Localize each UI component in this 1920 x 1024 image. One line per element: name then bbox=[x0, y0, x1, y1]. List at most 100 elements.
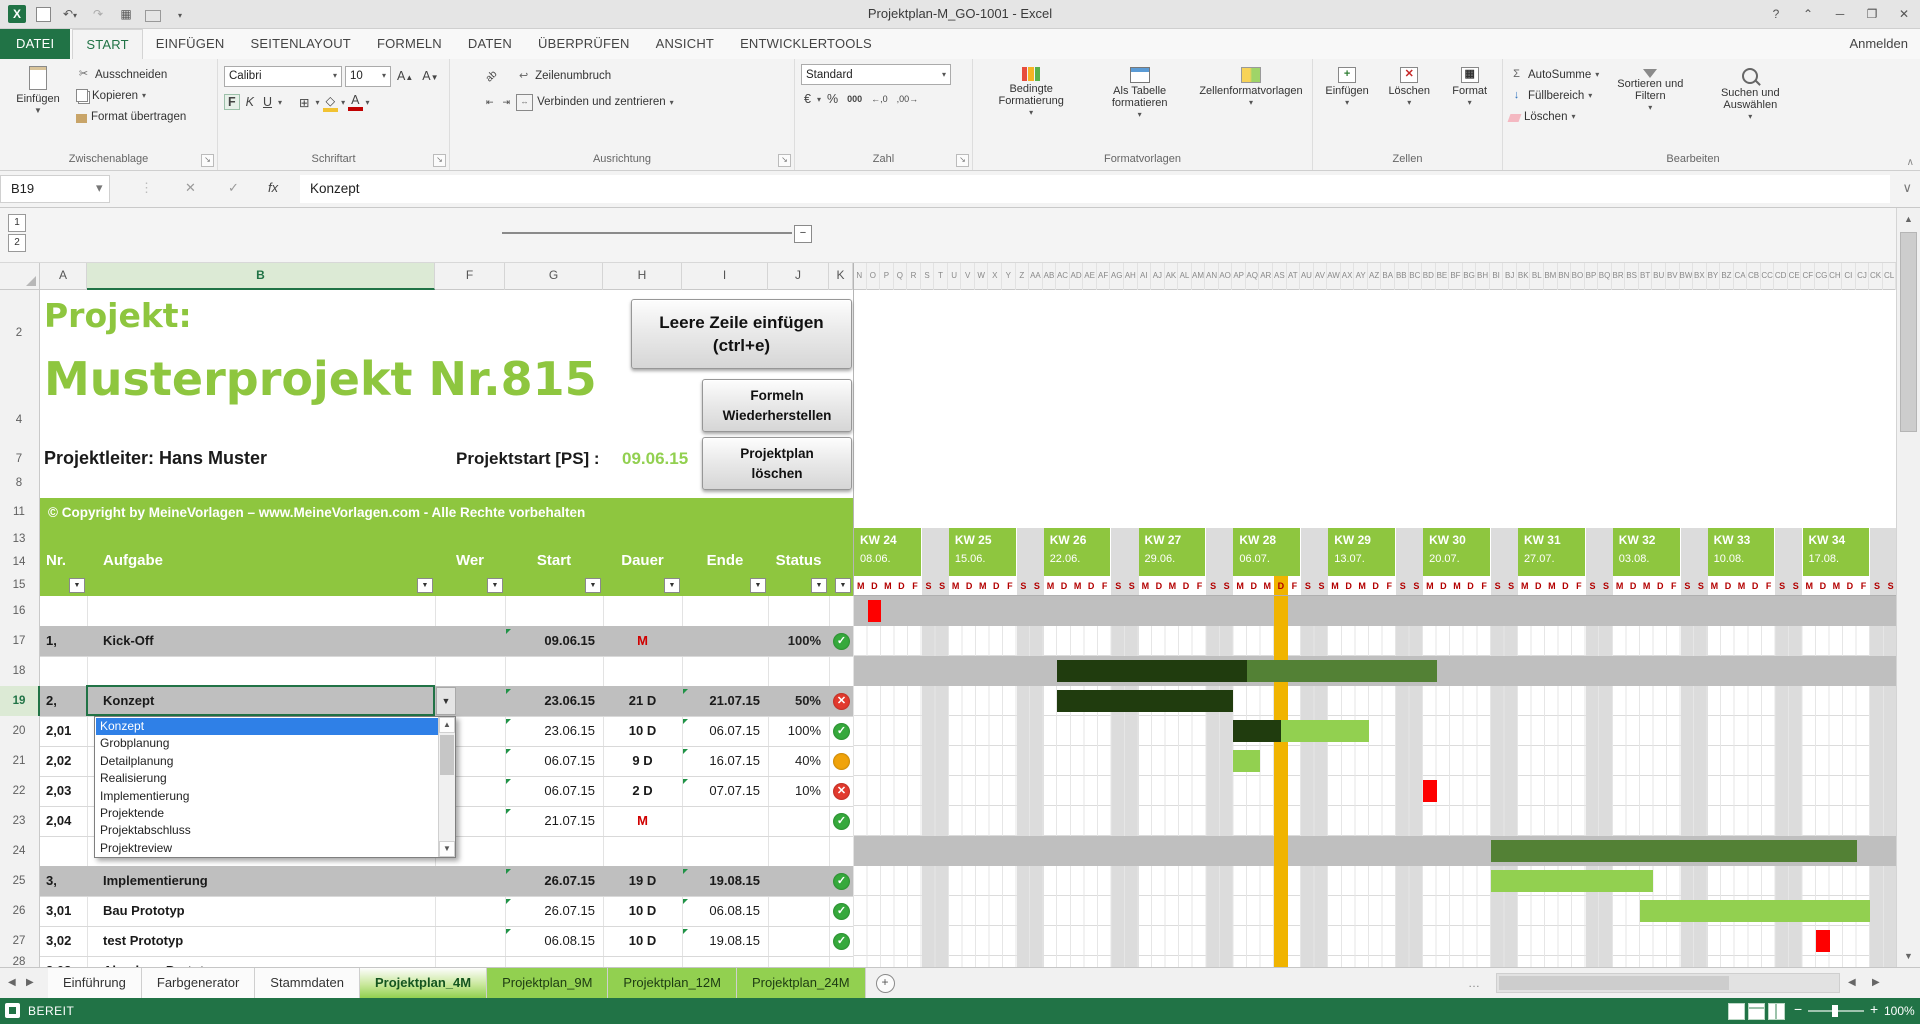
page-layout-view-icon[interactable] bbox=[1748, 1003, 1765, 1020]
cell-dauer-25[interactable]: 19 D bbox=[603, 866, 682, 896]
column-header-gantt[interactable]: AQ bbox=[1246, 263, 1260, 290]
cell-nr-17[interactable]: 1, bbox=[46, 626, 87, 656]
filter-button-G[interactable]: ▼ bbox=[585, 578, 601, 593]
sheet-tab-Farbgenerator[interactable]: Farbgenerator bbox=[142, 968, 255, 998]
column-header-B[interactable]: B bbox=[87, 263, 435, 290]
cell-status-17[interactable]: 100% bbox=[768, 626, 821, 656]
column-header-gantt[interactable]: AH bbox=[1124, 263, 1138, 290]
ribbon-tab-ansicht[interactable]: ANSICHT bbox=[643, 29, 727, 59]
column-header-gantt[interactable]: V bbox=[961, 263, 975, 290]
font-size-combo[interactable]: 10▾ bbox=[345, 66, 391, 87]
ribbon-tab-daten[interactable]: DATEN bbox=[455, 29, 525, 59]
grow-font-icon[interactable]: A▲ bbox=[394, 69, 416, 83]
column-header-gantt[interactable]: CE bbox=[1788, 263, 1802, 290]
dropdown-scrollbar[interactable]: ▲▼ bbox=[438, 717, 455, 857]
column-header-gantt[interactable]: BJ bbox=[1503, 263, 1517, 290]
column-header-gantt[interactable]: AC bbox=[1056, 263, 1070, 290]
column-header-gantt[interactable]: BH bbox=[1476, 263, 1490, 290]
column-header-gantt[interactable]: AN bbox=[1205, 263, 1219, 290]
ribbon-tab-start[interactable]: START bbox=[72, 29, 142, 59]
wrap-text-button[interactable]: ↩Zeilenumbruch bbox=[516, 66, 611, 87]
action-button-2[interactable]: Projektplanlöschen bbox=[702, 437, 852, 490]
formula-input[interactable]: Konzept bbox=[300, 175, 1890, 203]
dropdown-scroll-thumb[interactable] bbox=[440, 735, 454, 775]
row-header-14[interactable]: 14 bbox=[0, 553, 38, 571]
cell-task-27[interactable]: test Prototyp bbox=[103, 926, 403, 956]
row-header-23[interactable]: 23 bbox=[0, 812, 38, 830]
autosum-button[interactable]: ΣAutoSumme ▾ bbox=[1509, 64, 1599, 85]
cell-nr-27[interactable]: 3,02 bbox=[46, 926, 87, 956]
enter-formula-icon[interactable]: ✓ bbox=[228, 180, 239, 196]
column-header-gantt[interactable]: AD bbox=[1070, 263, 1084, 290]
cut-button[interactable]: ✂Ausschneiden bbox=[76, 64, 186, 85]
cell-start-19[interactable]: 23.06.15 bbox=[505, 686, 595, 716]
row-header-2[interactable]: 2 bbox=[0, 324, 38, 342]
dropdown-item[interactable]: Implementierung bbox=[96, 788, 438, 805]
row-header-7[interactable]: 7 bbox=[0, 450, 38, 468]
restore-button[interactable]: ❐ bbox=[1856, 0, 1888, 29]
column-header-A[interactable]: A bbox=[40, 263, 87, 290]
column-header-gantt[interactable]: BB bbox=[1395, 263, 1409, 290]
shrink-font-icon[interactable]: A▼ bbox=[419, 69, 441, 83]
column-header-gantt[interactable]: R bbox=[907, 263, 921, 290]
column-header-gantt[interactable]: AO bbox=[1219, 263, 1233, 290]
cell-start-26[interactable]: 26.07.15 bbox=[505, 896, 595, 926]
column-group-collapse-button[interactable]: − bbox=[794, 225, 812, 243]
cell-dauer-22[interactable]: 2 D bbox=[603, 776, 682, 806]
number-format-combo[interactable]: Standard▾ bbox=[801, 64, 951, 85]
column-header-gantt[interactable]: BK bbox=[1517, 263, 1531, 290]
sheet-tab-Stammdaten[interactable]: Stammdaten bbox=[255, 968, 360, 998]
horizontal-scrollbar-thumb[interactable] bbox=[1499, 976, 1729, 990]
conditional-formatting-button[interactable]: Bedingte Formatierung▾ bbox=[979, 64, 1083, 151]
column-header-gantt[interactable]: AV bbox=[1314, 263, 1328, 290]
increase-decimal-icon[interactable]: ←,0 bbox=[868, 94, 891, 104]
format-cells-button[interactable]: ▦ Format▾ bbox=[1443, 64, 1496, 151]
column-header-gantt[interactable]: AS bbox=[1273, 263, 1287, 290]
select-all-corner[interactable] bbox=[0, 263, 40, 290]
column-header-gantt[interactable]: W bbox=[975, 263, 989, 290]
dropdown-scroll-down-icon[interactable]: ▼ bbox=[439, 841, 455, 857]
column-header-gantt[interactable]: BR bbox=[1612, 263, 1626, 290]
merge-center-button[interactable]: ↔Verbinden und zentrieren ▾ bbox=[516, 92, 674, 113]
column-header-gantt[interactable]: AU bbox=[1300, 263, 1314, 290]
cell-dauer-26[interactable]: 10 D bbox=[603, 896, 682, 926]
vscroll-up-icon[interactable]: ▲ bbox=[1897, 210, 1920, 228]
clear-button[interactable]: Löschen ▾ bbox=[1509, 106, 1599, 127]
dropdown-scroll-up-icon[interactable]: ▲ bbox=[439, 717, 455, 733]
font-color-icon[interactable]: A bbox=[348, 93, 362, 111]
accounting-format-icon[interactable]: € bbox=[801, 92, 814, 106]
column-header-gantt[interactable]: BU bbox=[1652, 263, 1666, 290]
cell-nr-22[interactable]: 2,03 bbox=[46, 776, 87, 806]
close-button[interactable]: ✕ bbox=[1888, 0, 1920, 29]
row-header-8[interactable]: 8 bbox=[0, 474, 38, 492]
cell-status-20[interactable]: 100% bbox=[768, 716, 821, 746]
column-header-F[interactable]: F bbox=[435, 263, 505, 290]
ribbon-tab-einfügen[interactable]: EINFÜGEN bbox=[143, 29, 238, 59]
column-header-gantt[interactable]: O bbox=[867, 263, 881, 290]
dropdown-item[interactable]: Detailplanung bbox=[96, 753, 438, 770]
filter-button-A[interactable]: ▼ bbox=[69, 578, 85, 593]
row-header-18[interactable]: 18 bbox=[0, 662, 38, 680]
orientation-icon[interactable]: ab bbox=[482, 66, 502, 86]
column-header-gantt[interactable]: BV bbox=[1666, 263, 1680, 290]
fill-color-icon[interactable]: ◇ bbox=[323, 93, 339, 112]
filter-button-B[interactable]: ▼ bbox=[417, 578, 433, 593]
column-header-gantt[interactable]: AZ bbox=[1368, 263, 1382, 290]
column-header-gantt[interactable]: BN bbox=[1558, 263, 1572, 290]
column-header-gantt[interactable]: AP bbox=[1232, 263, 1246, 290]
cell-dauer-17[interactable]: M bbox=[603, 626, 682, 656]
cell-nr-26[interactable]: 3,01 bbox=[46, 896, 87, 926]
action-button-0[interactable]: Leere Zeile einfügen(ctrl+e) bbox=[631, 299, 852, 369]
tab-overflow-icon[interactable]: … bbox=[1468, 976, 1480, 990]
cell-styles-button[interactable]: Zellenformatvorlagen▾ bbox=[1196, 64, 1306, 151]
page-break-view-icon[interactable] bbox=[1768, 1003, 1785, 1020]
column-header-gantt[interactable]: X bbox=[989, 263, 1003, 290]
column-header-gantt[interactable]: BE bbox=[1436, 263, 1450, 290]
number-dialog-launcher-icon[interactable]: ↘ bbox=[956, 154, 969, 167]
column-header-gantt[interactable]: BT bbox=[1639, 263, 1653, 290]
dropdown-item[interactable]: Grobplanung bbox=[96, 735, 438, 752]
filter-button-F[interactable]: ▼ bbox=[487, 578, 503, 593]
column-header-gantt[interactable]: BF bbox=[1449, 263, 1463, 290]
column-header-gantt[interactable]: BZ bbox=[1720, 263, 1734, 290]
column-header-gantt[interactable]: CH bbox=[1829, 263, 1843, 290]
